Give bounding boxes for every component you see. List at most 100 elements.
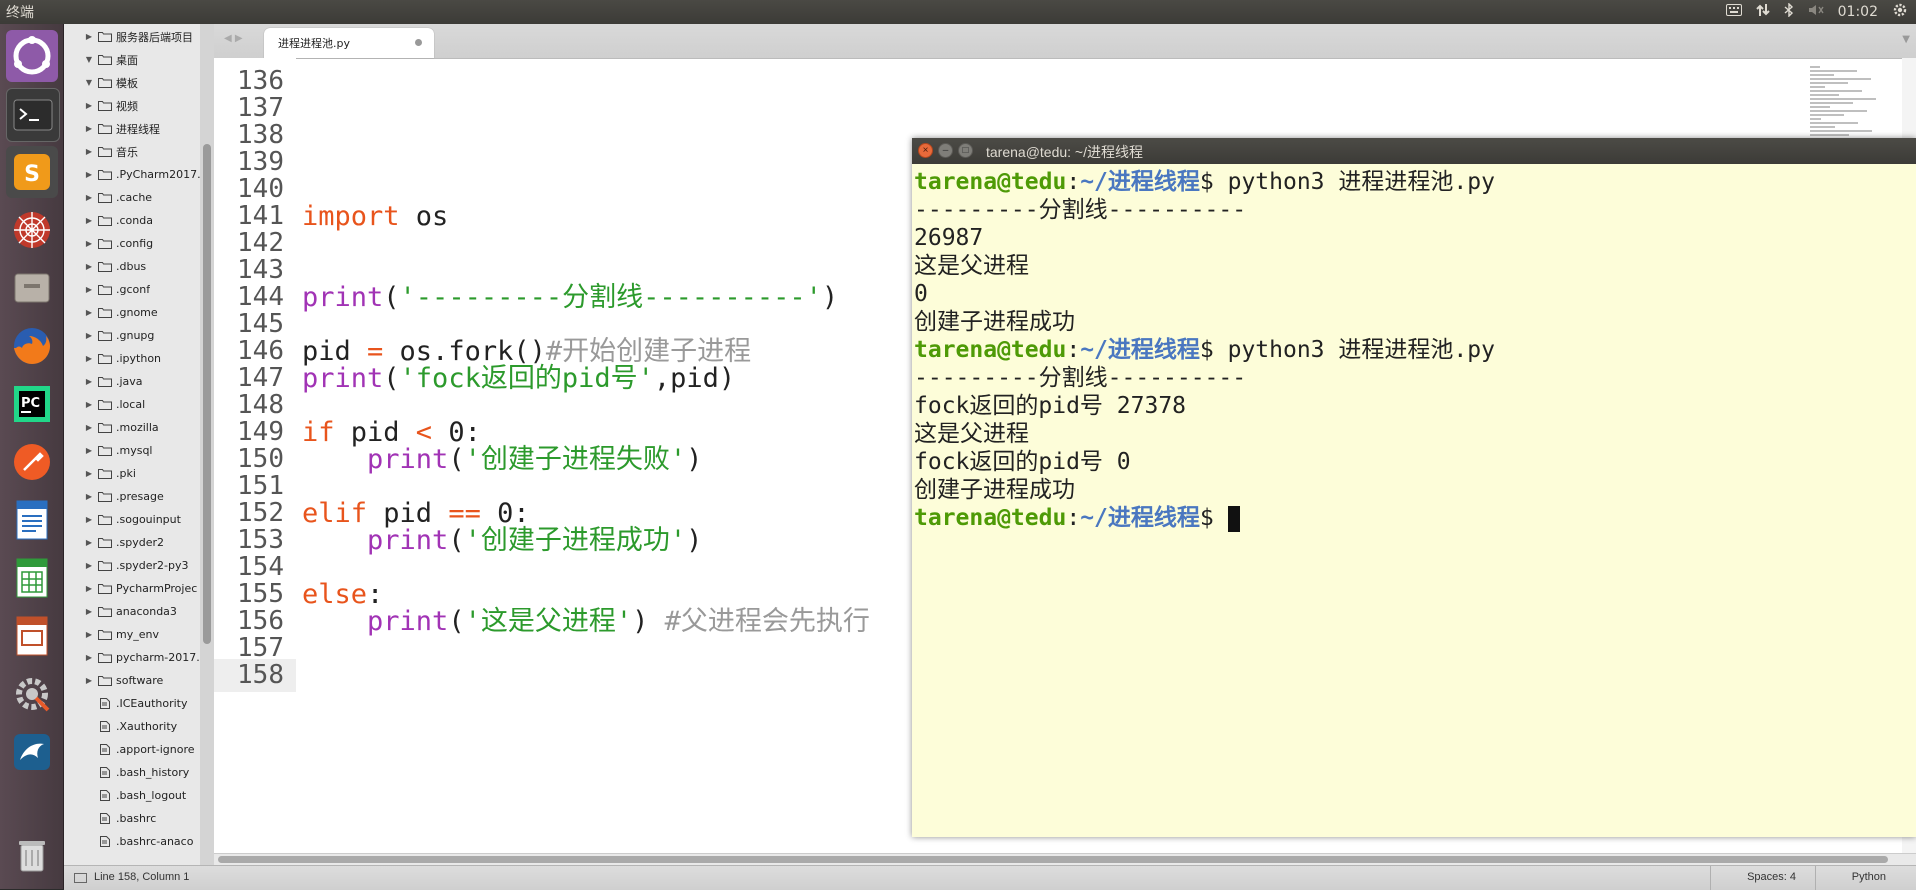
keyboard-icon[interactable] bbox=[1725, 4, 1742, 20]
code-line[interactable]: print('fock返回的pid号',pid) bbox=[302, 362, 735, 395]
terminal-output[interactable]: tarena@tedu:~/进程线程$ python3 进程进程池.py ----… bbox=[914, 164, 1914, 837]
folder-item[interactable]: ▶ .presage bbox=[64, 485, 200, 508]
folder-item[interactable]: ▶ software bbox=[64, 669, 200, 692]
file-item[interactable]: .bashrc bbox=[64, 807, 200, 830]
indentation-setting[interactable]: Spaces: 4 bbox=[1747, 871, 1796, 883]
file-item[interactable]: .bash_history bbox=[64, 761, 200, 784]
folder-item[interactable]: ▶ 进程线程 bbox=[64, 117, 200, 140]
file-item[interactable]: .bash_logout bbox=[64, 784, 200, 807]
network-icon[interactable] bbox=[1755, 3, 1770, 21]
ubuntu-dash-icon[interactable] bbox=[6, 30, 58, 82]
sidebar-scroll-thumb[interactable] bbox=[203, 144, 211, 644]
chevron-down-icon[interactable]: ▼ bbox=[84, 55, 94, 64]
folder-item[interactable]: ▼ 桌面 bbox=[64, 48, 200, 71]
file-item[interactable]: .apport-ignore bbox=[64, 738, 200, 761]
folder-item[interactable]: ▶ .gnome bbox=[64, 301, 200, 324]
volume-icon[interactable] bbox=[1808, 4, 1824, 20]
chevron-right-icon[interactable]: ▶ bbox=[84, 239, 94, 248]
folder-item[interactable]: ▶ .sogouinput bbox=[64, 508, 200, 531]
folder-item[interactable]: ▶ .cache bbox=[64, 186, 200, 209]
chevron-right-icon[interactable]: ▶ bbox=[84, 101, 94, 110]
chevron-right-icon[interactable]: ▶ bbox=[84, 584, 94, 593]
unsaved-dot-icon[interactable] bbox=[415, 39, 422, 46]
terminal-titlebar[interactable]: × – □ tarena@tedu: ~/进程线程 bbox=[912, 138, 1916, 164]
chevron-right-icon[interactable]: ▶ bbox=[84, 446, 94, 455]
system-settings-icon[interactable] bbox=[6, 668, 58, 720]
folder-item[interactable]: ▶ pycharm-2017. bbox=[64, 646, 200, 669]
folder-item[interactable]: ▶ .ipython bbox=[64, 347, 200, 370]
code-line[interactable]: import os bbox=[302, 200, 448, 233]
folder-item[interactable]: ▶ .spyder2 bbox=[64, 531, 200, 554]
terminal-window[interactable]: × – □ tarena@tedu: ~/进程线程 tarena@tedu:~/… bbox=[912, 138, 1916, 837]
chevron-right-icon[interactable]: ▶ bbox=[84, 170, 94, 179]
chevron-right-icon[interactable]: ▶ bbox=[84, 124, 94, 133]
tab-nav-arrows[interactable]: ◀ ▶ bbox=[224, 33, 243, 44]
folder-item[interactable]: ▶ .spyder2-py3 bbox=[64, 554, 200, 577]
sidebar-scrollbar[interactable] bbox=[200, 24, 214, 865]
calc-icon[interactable] bbox=[6, 552, 58, 604]
chevron-right-icon[interactable]: ▶ bbox=[84, 423, 94, 432]
bluetooth-icon[interactable] bbox=[1784, 2, 1794, 21]
chevron-right-icon[interactable]: ▶ bbox=[84, 538, 94, 547]
close-icon[interactable]: × bbox=[918, 143, 933, 158]
chevron-right-icon[interactable]: ▶ bbox=[84, 193, 94, 202]
file-item[interactable]: .ICEauthority bbox=[64, 692, 200, 715]
writer-icon[interactable] bbox=[6, 494, 58, 546]
chevron-right-icon[interactable]: ▶ bbox=[84, 630, 94, 639]
chevron-right-icon[interactable]: ▶ bbox=[84, 492, 94, 501]
postman-icon[interactable] bbox=[6, 436, 58, 488]
sublime-text-icon[interactable]: S bbox=[6, 146, 58, 198]
minimize-icon[interactable]: – bbox=[938, 143, 953, 158]
folder-item[interactable]: ▶ .config bbox=[64, 232, 200, 255]
code-line[interactable]: print('---------分割线----------') bbox=[302, 281, 838, 314]
monitor-icon[interactable] bbox=[74, 873, 87, 883]
folder-item[interactable]: ▶ .java bbox=[64, 370, 200, 393]
chevron-right-icon[interactable]: ▶ bbox=[84, 400, 94, 409]
syntax-language[interactable]: Python bbox=[1852, 871, 1886, 883]
editor-hscroll-thumb[interactable] bbox=[218, 856, 1888, 863]
folder-item[interactable]: ▶ .gconf bbox=[64, 278, 200, 301]
clock-time[interactable]: 01:02 bbox=[1838, 4, 1878, 20]
chevron-right-icon[interactable]: ▶ bbox=[84, 377, 94, 386]
chevron-down-icon[interactable]: ▼ bbox=[84, 78, 94, 87]
chevron-right-icon[interactable]: ▶ bbox=[84, 285, 94, 294]
folder-item[interactable]: ▶ my_env bbox=[64, 623, 200, 646]
tab-dropdown-icon[interactable]: ▼ bbox=[1902, 34, 1910, 45]
folder-item[interactable]: ▶ 视频 bbox=[64, 94, 200, 117]
chevron-right-icon[interactable]: ▶ bbox=[84, 653, 94, 662]
folder-item[interactable]: ▶ anaconda3 bbox=[64, 600, 200, 623]
code-line[interactable]: print('创建子进程成功') bbox=[302, 524, 702, 557]
chevron-right-icon[interactable]: ▶ bbox=[84, 331, 94, 340]
folder-item[interactable]: ▶ PycharmProjec bbox=[64, 577, 200, 600]
chevron-right-icon[interactable]: ▶ bbox=[84, 32, 94, 41]
folder-item[interactable]: ▶ .mysql bbox=[64, 439, 200, 462]
firefox-icon[interactable] bbox=[6, 320, 58, 372]
pycharm-icon[interactable]: PC bbox=[6, 378, 58, 430]
folder-item[interactable]: ▶ .PyCharm2017. bbox=[64, 163, 200, 186]
file-item[interactable]: .bashrc-anaco bbox=[64, 830, 200, 853]
chevron-right-icon[interactable]: ▶ bbox=[84, 216, 94, 225]
folder-item[interactable]: ▶ .gnupg bbox=[64, 324, 200, 347]
tab-active-file[interactable]: 进程进程池.py bbox=[264, 28, 434, 58]
folder-item[interactable]: ▶ 音乐 bbox=[64, 140, 200, 163]
spider-web-icon[interactable] bbox=[6, 204, 58, 256]
folder-item[interactable]: ▶ .conda bbox=[64, 209, 200, 232]
chevron-right-icon[interactable]: ▶ bbox=[84, 308, 94, 317]
chevron-right-icon[interactable]: ▶ bbox=[84, 147, 94, 156]
chevron-right-icon[interactable]: ▶ bbox=[84, 469, 94, 478]
maximize-icon[interactable]: □ bbox=[958, 143, 973, 158]
chevron-right-icon[interactable]: ▶ bbox=[84, 515, 94, 524]
folder-item[interactable]: ▼ 模板 bbox=[64, 71, 200, 94]
mysql-workbench-icon[interactable] bbox=[6, 726, 58, 778]
trash-icon[interactable] bbox=[6, 829, 58, 881]
folder-item[interactable]: ▶ .pki bbox=[64, 462, 200, 485]
terminal-icon[interactable] bbox=[6, 88, 60, 142]
chevron-right-icon[interactable]: ▶ bbox=[84, 561, 94, 570]
file-manager-icon[interactable] bbox=[6, 262, 58, 314]
folder-item[interactable]: ▶ .local bbox=[64, 393, 200, 416]
impress-icon[interactable] bbox=[6, 610, 58, 662]
file-item[interactable]: .Xauthority bbox=[64, 715, 200, 738]
chevron-right-icon[interactable]: ▶ bbox=[84, 354, 94, 363]
code-line[interactable]: print('这是父进程') #父进程会先执行 bbox=[302, 605, 870, 638]
chevron-right-icon[interactable]: ▶ bbox=[84, 607, 94, 616]
